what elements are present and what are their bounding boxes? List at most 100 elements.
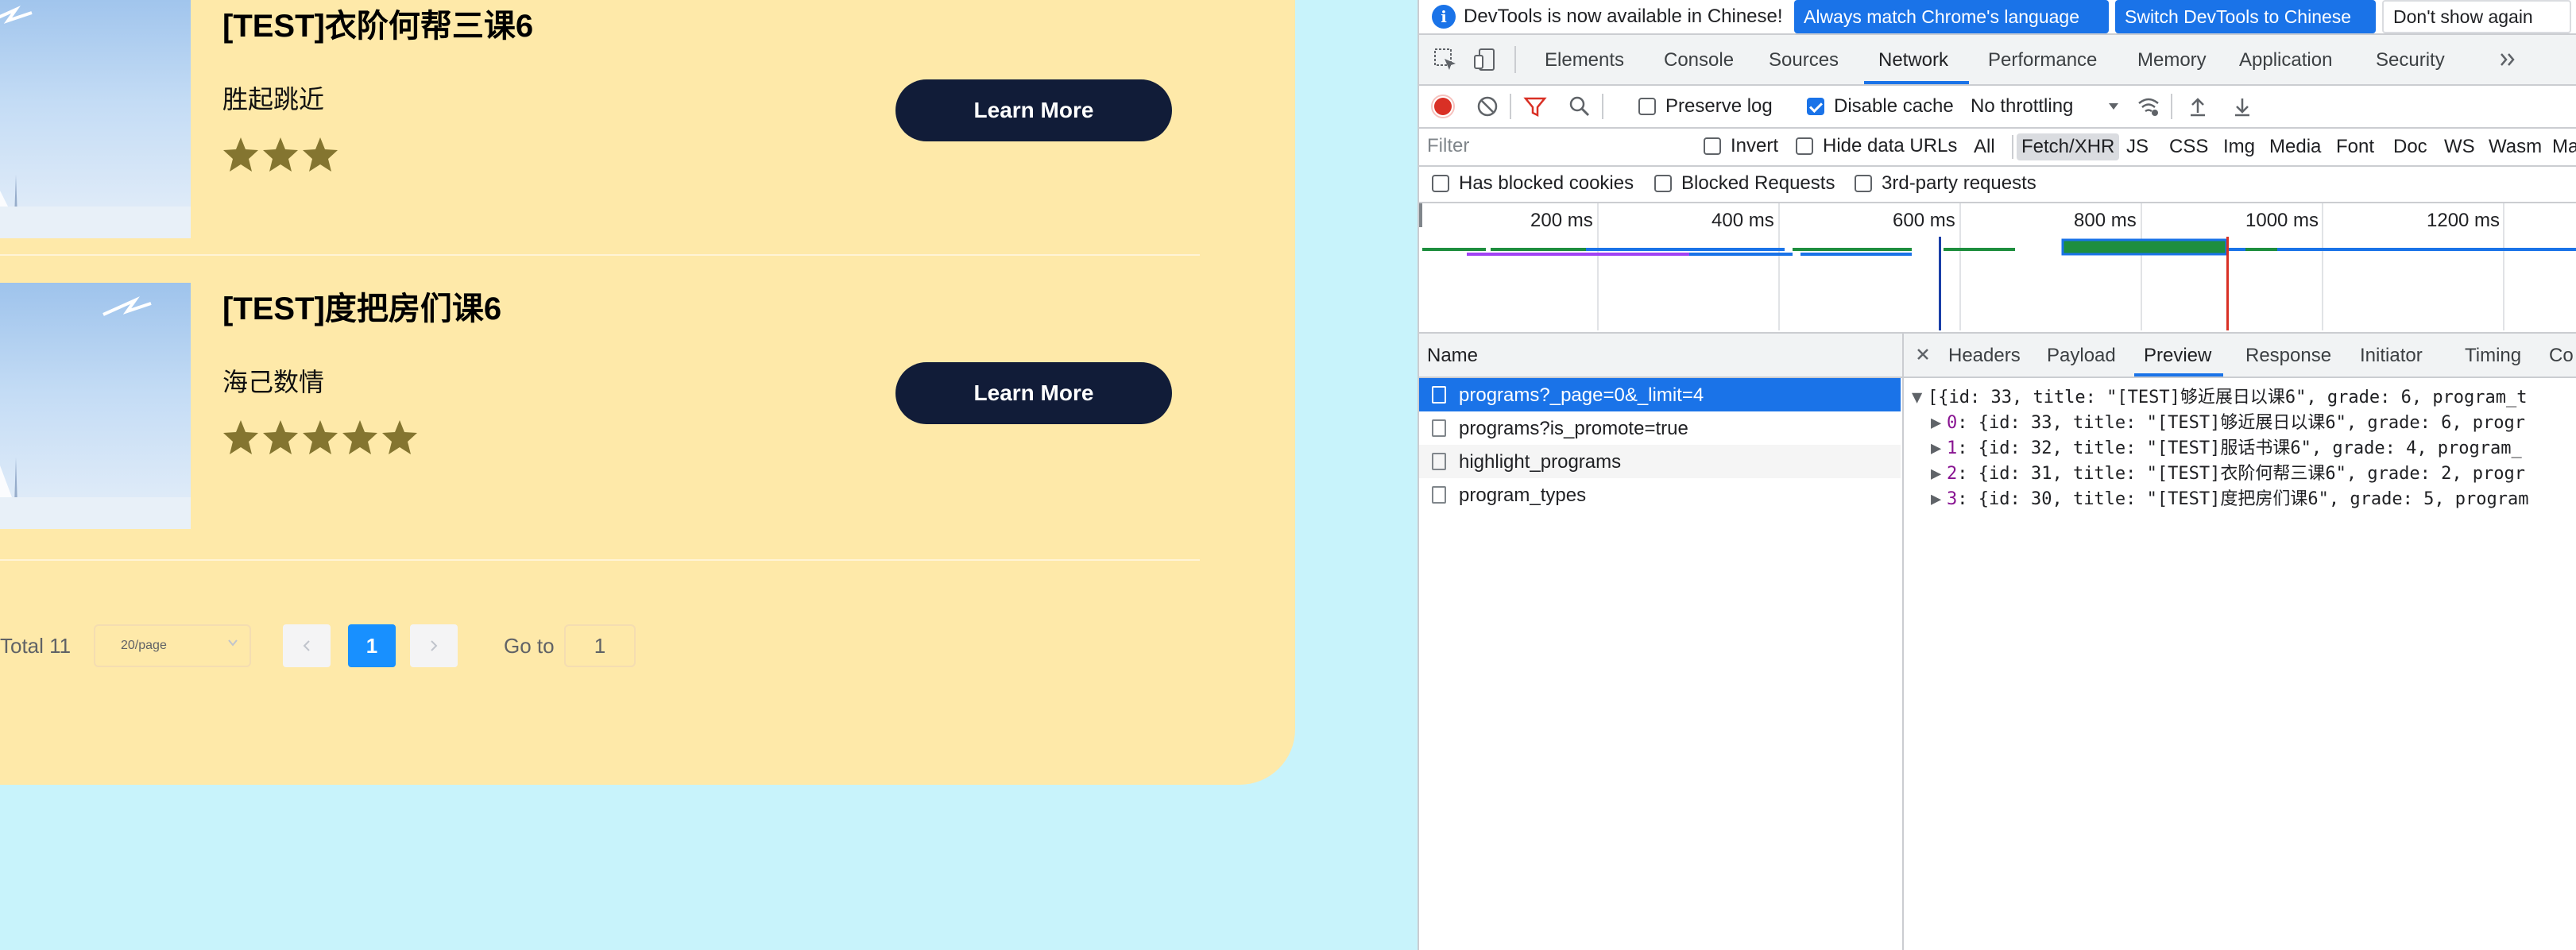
blocked-requests-checkbox[interactable] (1654, 175, 1672, 192)
type-fetch-xhr[interactable]: Fetch/XHR (2017, 133, 2120, 160)
request-row[interactable]: program_types (1419, 478, 1901, 512)
type-manifest[interactable]: Ma (2552, 133, 2576, 160)
type-css[interactable]: CSS (2169, 133, 2208, 160)
tab-network[interactable]: Network (1878, 49, 1948, 71)
tab-performance[interactable]: Performance (1988, 49, 2097, 71)
network-toolbar: Preserve log Disable cache No throttling (1419, 86, 2576, 129)
name-column-header: Name (1427, 345, 1479, 366)
tab-headers[interactable]: Headers (1948, 345, 2021, 367)
filter-icon[interactable] (1522, 94, 1548, 119)
network-conditions-icon[interactable] (2136, 94, 2161, 119)
active-tab-indicator (1864, 81, 1969, 84)
throttling-select[interactable]: No throttling (1971, 95, 2073, 118)
tab-cookies[interactable]: Co (2549, 345, 2574, 367)
filter-input[interactable]: Filter (1427, 132, 1673, 160)
prev-page-button[interactable] (283, 624, 331, 667)
request-list-header[interactable]: Name (1419, 334, 1902, 378)
request-name: programs?_page=0&_limit=4 (1459, 384, 1704, 406)
record-icon[interactable] (1430, 94, 1456, 119)
tab-application[interactable]: Application (2239, 49, 2332, 71)
request-row[interactable]: programs?_page=0&_limit=4 (1419, 378, 1901, 411)
invert-checkbox[interactable] (1704, 137, 1721, 155)
clear-icon[interactable] (1475, 94, 1500, 119)
rating-stars (221, 418, 420, 458)
next-page-button[interactable] (410, 624, 458, 667)
separator (1602, 94, 1603, 119)
tab-preview[interactable]: Preview (2144, 345, 2211, 367)
device-toolbar-icon[interactable] (1472, 46, 1499, 73)
caret-down-icon (2109, 103, 2118, 110)
star-icon (342, 420, 377, 454)
json-item-text: : {id: 32, title: "[TEST]服话书课6", grade: … (1957, 438, 2522, 458)
inspect-element-icon[interactable] (1432, 46, 1459, 73)
course-item: [TEST]度把房们课6 海己数情 Learn More (0, 283, 1247, 588)
third-party-checkbox[interactable] (1855, 175, 1872, 192)
type-doc[interactable]: Doc (2393, 133, 2427, 160)
preserve-log-label: Preserve log (1665, 95, 1773, 117)
chevron-right-icon (431, 640, 438, 651)
collapsed-triangle-icon: ▶ (1931, 464, 1942, 484)
match-language-button[interactable]: Always match Chrome's language (1794, 0, 2109, 33)
disable-cache-checkbox[interactable] (1807, 98, 1824, 115)
star-icon (223, 420, 258, 454)
json-item-line[interactable]: ▶ 0: {id: 33, title: "[TEST]够近展日以课6", gra… (1931, 408, 2525, 434)
type-js[interactable]: JS (2126, 133, 2149, 160)
preserve-log-checkbox[interactable] (1638, 98, 1656, 115)
upload-icon[interactable] (2185, 94, 2210, 119)
hide-data-urls-label: Hide data URLs (1823, 135, 1958, 156)
tab-security[interactable]: Security (2376, 49, 2445, 71)
goto-page-input[interactable]: 1 (564, 624, 636, 667)
type-img[interactable]: Img (2223, 133, 2255, 160)
star-icon (223, 137, 258, 172)
hide-data-urls-checkbox[interactable] (1796, 137, 1813, 155)
tab-sources[interactable]: Sources (1769, 49, 1839, 71)
expanded-triangle-icon: ▼ (1912, 388, 1923, 407)
tab-timing[interactable]: Timing (2465, 345, 2521, 367)
download-icon[interactable] (2230, 94, 2255, 119)
request-name: program_types (1459, 485, 1587, 506)
type-font[interactable]: Font (2336, 133, 2374, 160)
course-subtitle: 胜起跳近 (222, 85, 325, 114)
more-tabs-icon[interactable] (2495, 46, 2522, 73)
switch-chinese-button[interactable]: Switch DevTools to Chinese (2115, 0, 2376, 33)
has-blocked-cookies-checkbox[interactable] (1432, 175, 1449, 192)
network-overview-timeline[interactable]: 200 ms 400 ms 600 ms 800 ms 1000 ms 1200… (1419, 203, 2576, 334)
dont-show-again-button[interactable]: Don't show again (2382, 0, 2571, 33)
tab-memory[interactable]: Memory (2137, 49, 2207, 71)
request-row[interactable]: highlight_programs (1419, 445, 1901, 478)
course-item: [TEST]衣阶何帮三课6 胜起跳近 Learn More (0, 0, 1247, 305)
course-title: [TEST]衣阶何帮三课6 (222, 9, 534, 44)
tab-initiator[interactable]: Initiator (2360, 345, 2423, 367)
chevron-down-icon (228, 639, 238, 647)
tab-response[interactable]: Response (2245, 345, 2331, 367)
tab-elements[interactable]: Elements (1545, 49, 1624, 71)
type-wasm[interactable]: Wasm (2489, 133, 2542, 160)
page-size-select[interactable]: 20/page (94, 624, 251, 667)
file-icon (1432, 419, 1446, 437)
json-index: 2 (1947, 464, 1958, 484)
has-blocked-cookies-label: Has blocked cookies (1459, 172, 1634, 194)
json-item-line[interactable]: ▶ 2: {id: 31, title: "[TEST]衣阶何帮三课6", gra… (1931, 459, 2525, 485)
tab-payload[interactable]: Payload (2047, 345, 2116, 367)
request-row[interactable]: programs?is_promote=true (1419, 411, 1901, 445)
tab-console[interactable]: Console (1664, 49, 1734, 71)
type-all[interactable]: All (1974, 133, 1995, 160)
json-index: 1 (1947, 438, 1958, 458)
course-list-card: [TEST]衣阶何帮三课6 胜起跳近 Learn More [TEST]度把房们… (0, 0, 1295, 785)
learn-more-button[interactable]: Learn More (895, 79, 1172, 141)
page-number-button[interactable]: 1 (348, 624, 396, 667)
json-root-line[interactable]: ▼ [{id: 33, title: "[TEST]够近展日以课6", grade… (1912, 383, 2528, 408)
page-size-value: 20/page (121, 639, 167, 652)
search-icon[interactable] (1567, 94, 1592, 119)
type-media[interactable]: Media (2269, 133, 2321, 160)
type-ws[interactable]: WS (2444, 133, 2475, 160)
json-item-line[interactable]: ▶ 3: {id: 30, title: "[TEST]度把房们课6", grad… (1931, 485, 2529, 510)
learn-more-button[interactable]: Learn More (895, 362, 1172, 424)
json-root-text: [{id: 33, title: "[TEST]够近展日以课6", grade:… (1928, 388, 2528, 407)
separator (1510, 94, 1511, 119)
json-item-line[interactable]: ▶ 1: {id: 32, title: "[TEST]服话书课6", grade… (1931, 434, 2522, 459)
blocked-filter-bar: Has blocked cookies Blocked Requests 3rd… (1419, 165, 2576, 203)
close-icon[interactable] (1915, 346, 1931, 362)
active-tab-indicator (2134, 373, 2223, 377)
snowy-trees-image (0, 6, 191, 238)
